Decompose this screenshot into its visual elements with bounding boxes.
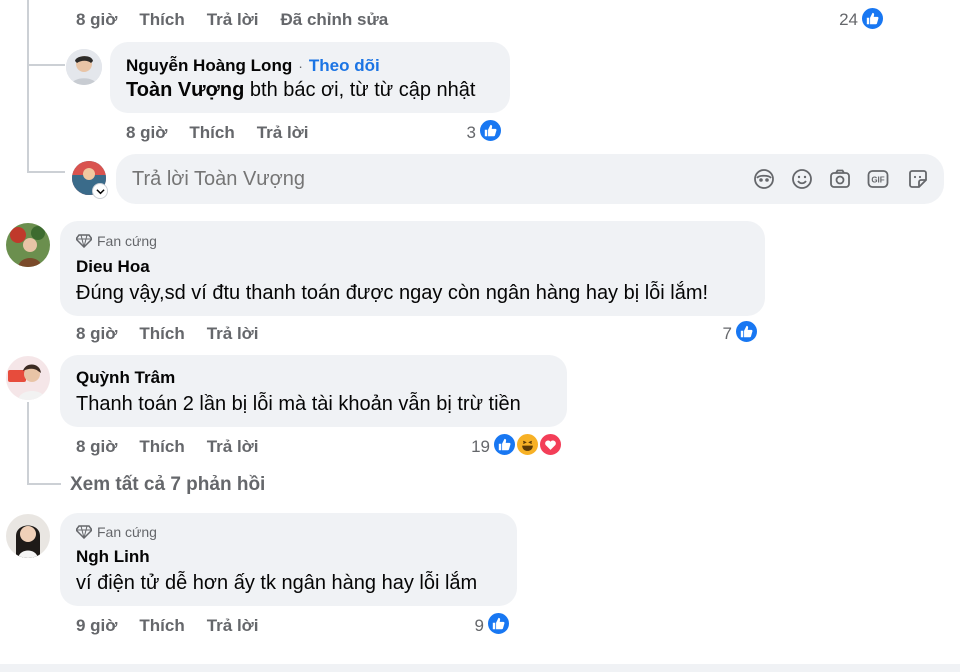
avatar-sticker-icon[interactable] bbox=[752, 167, 776, 191]
follow-button[interactable]: Theo dõi bbox=[309, 56, 380, 76]
thread-line bbox=[27, 0, 29, 172]
thread-connector bbox=[27, 64, 65, 66]
svg-text:GIF: GIF bbox=[871, 176, 884, 185]
mention-link[interactable]: Toàn Vượng bbox=[126, 79, 244, 101]
time-label[interactable]: 8 giờ bbox=[76, 437, 117, 457]
top-reply-button[interactable]: Trả lời bbox=[207, 10, 259, 30]
like-icon bbox=[492, 432, 517, 457]
badge-label: Fan cứng bbox=[97, 524, 157, 540]
chevron-down-icon[interactable] bbox=[92, 183, 108, 199]
camera-icon[interactable] bbox=[828, 167, 852, 191]
fan-badge: Fan cứng bbox=[76, 233, 157, 249]
comment-body: bth bác ơi, từ từ cập nhật bbox=[244, 79, 476, 101]
comment-bubble: Quỳnh Trâm Thanh toán 2 lần bị lỗi mà tà… bbox=[60, 355, 567, 427]
reply-button[interactable]: Trả lời bbox=[207, 437, 259, 457]
like-icon bbox=[478, 118, 503, 143]
view-replies-link[interactable]: Xem tất cả 7 phản hồi bbox=[70, 474, 265, 496]
comment-actions: 8 giờ Thích Trả lời bbox=[126, 123, 309, 143]
fan-badge: Fan cứng bbox=[76, 524, 157, 540]
thread-connector bbox=[27, 483, 61, 485]
comment-text: Thanh toán 2 lần bị lỗi mà tài khoản vẫn… bbox=[76, 393, 521, 415]
emoji-icon[interactable] bbox=[790, 167, 814, 191]
reply-input-box[interactable]: GIF bbox=[116, 154, 944, 204]
separator: · bbox=[298, 58, 303, 74]
next-comment-edge bbox=[0, 664, 960, 672]
time-label[interactable]: 8 giờ bbox=[126, 123, 167, 143]
gif-icon[interactable]: GIF bbox=[866, 167, 890, 191]
author-name[interactable]: Dieu Hoa bbox=[76, 257, 150, 277]
top-reaction-count[interactable]: 24 bbox=[820, 10, 858, 30]
like-button[interactable]: Thích bbox=[139, 437, 184, 457]
comment-actions: 8 giờ Thích Trả lời bbox=[76, 437, 259, 457]
time-label[interactable]: 9 giờ bbox=[76, 616, 117, 636]
top-edited-label: Đã chỉnh sửa bbox=[280, 10, 389, 29]
haha-icon bbox=[515, 432, 540, 457]
reaction-count[interactable]: 9 bbox=[448, 616, 484, 636]
reply-button[interactable]: Trả lời bbox=[207, 324, 259, 344]
reply-button[interactable]: Trả lời bbox=[257, 123, 309, 143]
author-name[interactable]: Quỳnh Trâm bbox=[76, 368, 175, 388]
thread-connector bbox=[27, 171, 65, 173]
avatar[interactable] bbox=[6, 514, 50, 558]
like-icon bbox=[734, 319, 759, 344]
heart-icon bbox=[538, 432, 563, 457]
like-icon bbox=[486, 611, 511, 636]
like-icon bbox=[860, 6, 885, 31]
comment-bubble: Fan cứng Ngh Linh ví điện tử dễ hơn ấy t… bbox=[60, 513, 517, 606]
author-name[interactable]: Nguyễn Hoàng Long bbox=[126, 56, 292, 76]
avatar[interactable] bbox=[6, 356, 50, 400]
avatar[interactable] bbox=[6, 223, 50, 267]
reaction-count[interactable]: 3 bbox=[440, 123, 476, 143]
comment-text: Toàn Vượng bth bác ơi, từ từ cập nhật bbox=[126, 79, 475, 102]
comment-actions: 9 giờ Thích Trả lời bbox=[76, 616, 259, 636]
diamond-icon bbox=[76, 234, 92, 248]
reply-input[interactable] bbox=[132, 166, 732, 192]
comment-bubble: Fan cứng Dieu Hoa Đúng vậy,sd ví đtu tha… bbox=[60, 221, 765, 316]
avatar[interactable] bbox=[66, 49, 102, 85]
reaction-count[interactable]: 7 bbox=[696, 324, 732, 344]
comment-actions: 8 giờ Thích Trả lời bbox=[76, 324, 259, 344]
diamond-icon bbox=[76, 525, 92, 539]
like-button[interactable]: Thích bbox=[189, 123, 234, 143]
badge-label: Fan cứng bbox=[97, 233, 157, 249]
sticker-icon[interactable] bbox=[906, 167, 930, 191]
author-row: Nguyễn Hoàng Long · Theo dõi bbox=[126, 56, 380, 76]
comment-text: Đúng vậy,sd ví đtu thanh toán được ngay … bbox=[76, 282, 709, 304]
thread-line bbox=[27, 402, 29, 484]
like-button[interactable]: Thích bbox=[139, 616, 184, 636]
author-name[interactable]: Ngh Linh bbox=[76, 547, 150, 567]
comment-text: ví điện tử dễ hơn ấy tk ngân hàng hay lỗ… bbox=[76, 572, 478, 594]
reply-button[interactable]: Trả lời bbox=[207, 616, 259, 636]
top-like-button[interactable]: Thích bbox=[139, 10, 184, 30]
top-time[interactable]: 8 giờ bbox=[76, 10, 117, 30]
time-label[interactable]: 8 giờ bbox=[76, 324, 117, 344]
top-actions: 8 giờ Thích Trả lời Đã chỉnh sửa bbox=[76, 10, 388, 30]
like-button[interactable]: Thích bbox=[139, 324, 184, 344]
reaction-count[interactable]: 19 bbox=[452, 437, 490, 457]
comment-bubble: Nguyễn Hoàng Long · Theo dõi Toàn Vượng … bbox=[110, 42, 510, 113]
